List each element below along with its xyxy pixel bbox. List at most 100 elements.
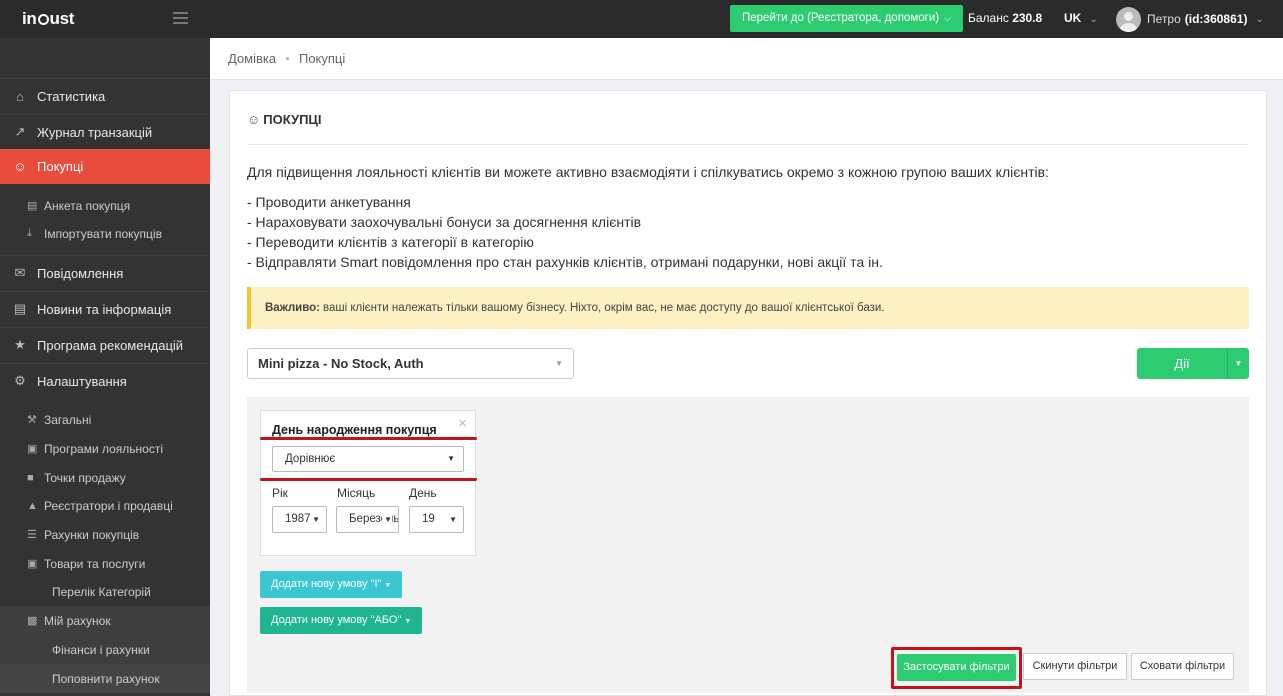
document-icon: ▤	[27, 200, 38, 212]
day-select[interactable]: 19 ▼	[409, 506, 464, 533]
language-selector[interactable]: UK ⌄	[1064, 11, 1098, 25]
apply-filters-button[interactable]: Застосувати фільтри	[897, 654, 1016, 681]
sidebar-item-label: Покупці	[37, 159, 84, 174]
sidebar-item-messages[interactable]: ✉ Повідомлення	[0, 255, 210, 290]
annotation-underline	[260, 437, 477, 440]
sidebar: ⌂ Статистика ↗ Журнал транзакцій ☺ Покупці …	[0, 38, 210, 696]
chevron-down-icon: ⌄	[1255, 13, 1264, 25]
money-icon: ▩	[27, 615, 38, 627]
sidebar-item-news[interactable]: ▤ Новини та інформація	[0, 291, 210, 326]
sidebar-item-import-customers[interactable]: ⤓ Імпортувати покупців	[0, 219, 210, 248]
user-id: (id:360861)	[1184, 12, 1248, 26]
sidebar-item-label: Статистика	[37, 88, 106, 104]
users-icon: ☺	[247, 112, 261, 127]
goto-label: Перейти до (Реєстратора, допомоги)	[742, 12, 940, 24]
list-item: - Проводити анкетування	[247, 194, 411, 210]
sidebar-item-label: Новини та інформація	[37, 301, 172, 317]
star-icon: ★	[14, 337, 26, 352]
breadcrumb-home-link[interactable]: Домівка	[228, 51, 276, 66]
menu-toggle-icon[interactable]	[173, 12, 188, 27]
sidebar-item-label: Анкета покупця	[44, 198, 131, 213]
sidebar-item-products[interactable]: ▣ Товари та послуги	[0, 549, 210, 578]
alert-text: ваші клієнти належать тільки вашому бізн…	[323, 302, 885, 314]
important-alert: Важливо: ваші клієнти належать тільки ваш…	[247, 287, 1249, 329]
users-icon: ☺	[13, 159, 27, 174]
gear-icon: ⚙	[14, 373, 26, 388]
sidebar-item-label: Повідомлення	[37, 265, 124, 281]
month-select[interactable]: Березень ▼	[336, 506, 399, 533]
cart-icon: ▲	[27, 499, 38, 512]
year-select[interactable]: 1987 ▼	[272, 506, 327, 533]
filter-condition-card: × День народження покупця Дорівнює ▼ Рік …	[260, 410, 476, 556]
sidebar-item-referral[interactable]: ★ Програма рекомендацій	[0, 327, 210, 362]
sidebar-item-label: Рахунки покупців	[44, 527, 140, 542]
caret-down-icon: ▼	[382, 507, 392, 532]
day-label: День	[409, 486, 437, 500]
sidebar-item-customers[interactable]: ☺ Покупці	[0, 149, 210, 184]
download-icon: ⤓	[27, 227, 32, 239]
breadcrumb-separator: ●	[285, 54, 290, 63]
sidebar-item-label: Загальні	[44, 412, 92, 427]
sidebar-item-transactions[interactable]: ↗ Журнал транзакцій	[0, 114, 210, 149]
list-item: - Нараховувати заохочувальні бонуси за д…	[247, 214, 642, 230]
sidebar-item-general[interactable]: ⚒ Загальні	[0, 405, 210, 434]
sidebar-item-statistics[interactable]: ⌂ Статистика	[0, 78, 210, 113]
business-select[interactable]: Mini pizza - No Stock, Auth ▼	[247, 348, 574, 379]
condition-select[interactable]: Дорівнює ▼	[272, 446, 464, 472]
business-select-value: Mini pizza - No Stock, Auth	[258, 356, 424, 371]
actions-button[interactable]: Дії ▼	[1137, 348, 1249, 379]
filter-title: День народження покупця	[272, 423, 437, 437]
logo[interactable]: in ust	[22, 9, 74, 29]
sidebar-item-label: Програми лояльності	[44, 441, 164, 456]
sidebar-item-loyalty-programs[interactable]: ▣ Програми лояльності	[0, 434, 210, 463]
user-menu[interactable]: Петро (id:360861) ⌄	[1116, 5, 1264, 33]
reset-filters-button[interactable]: Скинути фільтри	[1023, 653, 1127, 680]
divider	[247, 144, 1249, 145]
caret-down-icon[interactable]: ▼	[1227, 348, 1249, 379]
goto-dropdown-button[interactable]: Перейти до (Реєстратора, допомоги) ⌵	[730, 5, 963, 32]
add-and-label: Додати нову умову "І"	[271, 578, 382, 590]
store-icon: ■	[27, 471, 34, 484]
intro-text: Для підвищення лояльності клієнтів ви мо…	[247, 164, 1049, 180]
chevron-down-icon: ⌵	[944, 13, 951, 23]
chart-line-icon: ↗	[14, 124, 26, 139]
caret-down-icon: ▼	[447, 507, 457, 532]
apply-highlight: Застосувати фільтри	[891, 647, 1022, 689]
sidebar-item-label: Налаштування	[37, 373, 127, 389]
sidebar-item-categories[interactable]: Перелік Категорій	[0, 577, 210, 606]
sidebar-item-label: Журнал транзакцій	[37, 124, 153, 140]
year-value: 1987	[285, 513, 311, 525]
sidebar-item-settings[interactable]: ⚙ Налаштування	[0, 363, 210, 398]
day-value: 19	[422, 513, 435, 525]
page-title-text: ПОКУПЦІ	[263, 112, 322, 127]
caret-down-icon: ▼	[447, 454, 455, 463]
user-name: Петро	[1147, 12, 1181, 26]
language-code: UK	[1064, 11, 1082, 25]
sidebar-item-customer-accounts[interactable]: ☰ Рахунки покупців	[0, 520, 210, 549]
hide-filters-button[interactable]: Сховати фільтри	[1131, 653, 1234, 680]
sidebar-item-label: Перелік Категорій	[52, 584, 151, 599]
sidebar-item-finance[interactable]: Фінанси і рахунки	[0, 635, 210, 664]
message-icon: ✉	[14, 265, 26, 280]
sidebar-item-registrars[interactable]: ▲ Реєстратори і продавці	[0, 491, 210, 520]
year-label: Рік	[272, 486, 288, 500]
customers-panel: ☺ ПОКУПЦІ Для підвищення лояльності клієн…	[229, 90, 1267, 696]
add-or-condition-button[interactable]: Додати нову умову "АБО" ▼	[260, 607, 423, 634]
avatar	[1116, 6, 1141, 32]
sidebar-item-top-up[interactable]: Поповнити рахунок	[0, 664, 210, 693]
sidebar-item-customer-survey[interactable]: ▤ Анкета покупця	[0, 191, 210, 220]
sidebar-item-label: Реєстратори і продавці	[44, 498, 173, 513]
caret-down-icon: ▼	[404, 618, 412, 625]
sidebar-item-label: Мій рахунок	[44, 613, 111, 628]
add-and-condition-button[interactable]: Додати нову умову "І" ▼	[260, 571, 403, 598]
balance: Баланс 230.8	[968, 11, 1042, 25]
close-icon[interactable]: ×	[458, 415, 467, 432]
sidebar-item-label: Програма рекомендацій	[37, 337, 184, 353]
sidebar-item-label: Імпортувати покупців	[44, 226, 162, 241]
breadcrumb: Домівка ● Покупці	[210, 38, 1283, 80]
sidebar-item-label: Фінанси і рахунки	[52, 642, 150, 657]
caret-down-icon: ▼	[310, 507, 320, 532]
sidebar-item-points-of-sale[interactable]: ■ Точки продажу	[0, 463, 210, 492]
sidebar-item-my-account[interactable]: ▩ Мій рахунок	[0, 606, 210, 635]
list-icon: ☰	[27, 529, 37, 541]
